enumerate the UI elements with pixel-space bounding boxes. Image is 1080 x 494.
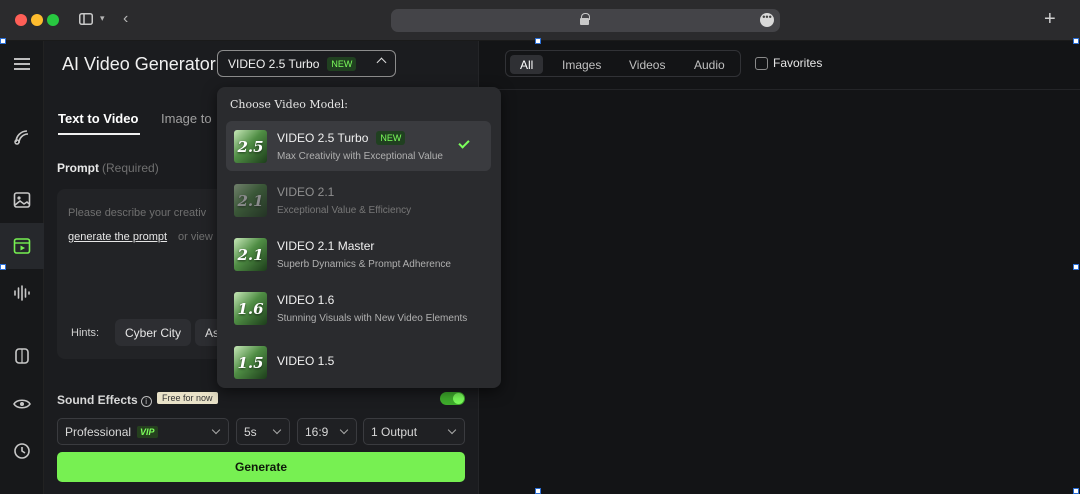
more-options-icon[interactable]: ••• bbox=[760, 13, 774, 27]
model-option[interactable]: 2.1 VIDEO 2.1 Exceptional Value & Effici… bbox=[226, 175, 491, 225]
minimize-window-button[interactable] bbox=[31, 14, 43, 26]
model-name-text: VIDEO 2.5 Turbo bbox=[277, 131, 369, 145]
browser-chrome: ▾ ‹ ••• + bbox=[0, 0, 1080, 41]
back-arrow-icon[interactable]: ‹ bbox=[123, 10, 128, 28]
close-window-button[interactable] bbox=[15, 14, 27, 26]
ratio-value: 16:9 bbox=[305, 424, 329, 439]
model-option[interactable]: 2.1 VIDEO 2.1 Master Superb Dynamics & P… bbox=[226, 229, 491, 279]
page-title: AI Video Generator bbox=[62, 54, 216, 74]
new-badge: NEW bbox=[327, 56, 357, 71]
sidebar-video-icon[interactable] bbox=[0, 223, 44, 269]
vip-badge: VIP bbox=[137, 425, 158, 438]
prompt-required: (Required) bbox=[102, 161, 159, 175]
model-select[interactable]: VIDEO 2.5 Turbo NEW bbox=[217, 50, 396, 77]
sidebar-history-icon[interactable] bbox=[0, 428, 44, 474]
filter-all[interactable]: All bbox=[510, 55, 544, 74]
sidebar-image-icon[interactable] bbox=[0, 177, 44, 223]
model-description: Superb Dynamics & Prompt Adherence bbox=[277, 259, 451, 270]
new-tab-plus-icon[interactable]: + bbox=[1044, 8, 1056, 31]
model-option[interactable]: 2.5 VIDEO 2.5 Turbo NEW Max Creativity wi… bbox=[226, 121, 491, 171]
lock-icon bbox=[580, 13, 590, 25]
sound-effects-toggle[interactable] bbox=[440, 392, 465, 405]
selection-handle[interactable] bbox=[1073, 38, 1079, 44]
ratio-select[interactable]: 16:9 bbox=[297, 418, 357, 445]
chevron-up-icon bbox=[376, 57, 387, 68]
prompt-label-text: Prompt bbox=[57, 161, 99, 175]
model-description: Exceptional Value & Efficiency bbox=[277, 205, 412, 216]
maximize-window-button[interactable] bbox=[47, 14, 59, 26]
active-tab-indicator bbox=[58, 133, 140, 135]
media-filter-group: All Images Videos Audio bbox=[505, 50, 741, 77]
selection-handle[interactable] bbox=[1073, 264, 1079, 270]
hints-label: Hints: bbox=[71, 327, 100, 339]
chevron-down-icon bbox=[272, 425, 282, 435]
model-dropdown: Choose Video Model: 2.5 VIDEO 2.5 Turbo N… bbox=[217, 87, 501, 388]
prompt-placeholder: Please describe your creativ bbox=[68, 207, 207, 219]
tab-image-to-video[interactable]: Image to bbox=[161, 111, 212, 126]
sidebar-eye-icon[interactable] bbox=[0, 381, 44, 427]
checkmark-icon bbox=[458, 137, 470, 149]
favorites-label[interactable]: Favorites bbox=[773, 56, 822, 70]
model-name: VIDEO 2.5 Turbo NEW bbox=[277, 131, 406, 145]
or-view-text: or view bbox=[178, 231, 213, 243]
model-select-value: VIDEO 2.5 Turbo bbox=[228, 56, 320, 71]
free-badge: Free for now bbox=[157, 392, 218, 404]
model-name: VIDEO 2.1 Master bbox=[277, 239, 375, 253]
model-name: VIDEO 2.1 bbox=[277, 185, 335, 199]
selection-handle[interactable] bbox=[535, 488, 541, 494]
model-thumbnail: 1.5 bbox=[234, 346, 267, 379]
filter-audio[interactable]: Audio bbox=[694, 55, 725, 74]
selection-handle[interactable] bbox=[0, 38, 6, 44]
duration-select[interactable]: 5s bbox=[236, 418, 290, 445]
model-thumbnail: 2.1 bbox=[234, 184, 267, 217]
model-option[interactable]: 1.6 VIDEO 1.6 Stunning Visuals with New … bbox=[226, 283, 491, 333]
quality-value: Professional bbox=[65, 424, 132, 439]
media-panel: All Images Videos Audio Favorites bbox=[478, 41, 1080, 494]
selection-handle[interactable] bbox=[1073, 488, 1079, 494]
model-option[interactable]: 1.5 VIDEO 1.5 bbox=[226, 337, 491, 387]
chevron-down-icon bbox=[339, 425, 349, 435]
sidebar-cube-icon[interactable] bbox=[0, 333, 44, 379]
chevron-down-icon bbox=[211, 425, 221, 435]
sound-effects-label: Sound Effects i bbox=[57, 393, 152, 407]
generate-prompt-link[interactable]: generate the prompt bbox=[68, 231, 167, 243]
duration-value: 5s bbox=[244, 424, 257, 439]
model-name: VIDEO 1.5 bbox=[277, 354, 335, 368]
address-bar[interactable]: ••• bbox=[391, 9, 780, 32]
sidebar-toggle-icon[interactable] bbox=[79, 12, 93, 28]
model-description: Stunning Visuals with New Video Elements bbox=[277, 313, 468, 324]
outputs-value: 1 Output bbox=[371, 424, 418, 439]
sound-effects-text: Sound Effects bbox=[57, 393, 138, 407]
chevron-down-icon[interactable]: ▾ bbox=[100, 13, 105, 24]
sidebar bbox=[0, 41, 44, 494]
outputs-select[interactable]: 1 Output bbox=[363, 418, 465, 445]
favorites-checkbox[interactable] bbox=[755, 57, 768, 70]
model-thumbnail: 2.1 bbox=[234, 238, 267, 271]
dropdown-header: Choose Video Model: bbox=[230, 98, 348, 111]
chevron-down-icon bbox=[447, 425, 457, 435]
selection-handle[interactable] bbox=[0, 264, 6, 270]
prompt-label: Prompt (Required) bbox=[57, 161, 159, 175]
filter-videos[interactable]: Videos bbox=[629, 55, 665, 74]
model-description: Max Creativity with Exceptional Value bbox=[277, 151, 443, 162]
selection-handle[interactable] bbox=[535, 38, 541, 44]
info-icon[interactable]: i bbox=[140, 396, 152, 407]
quality-select[interactable]: Professional VIP bbox=[57, 418, 229, 445]
model-thumbnail: 2.5 bbox=[234, 130, 267, 163]
hint-chip[interactable]: Cyber City bbox=[115, 319, 192, 346]
model-name: VIDEO 1.6 bbox=[277, 293, 335, 307]
model-thumbnail: 1.6 bbox=[234, 292, 267, 325]
menu-hamburger-icon[interactable] bbox=[0, 41, 44, 87]
new-badge: NEW bbox=[376, 131, 406, 145]
filter-images[interactable]: Images bbox=[562, 55, 601, 74]
media-filter-bar: All Images Videos Audio Favorites bbox=[479, 41, 1080, 90]
tab-text-to-video[interactable]: Text to Video bbox=[58, 111, 138, 126]
generate-button[interactable]: Generate bbox=[57, 452, 465, 482]
sidebar-audio-icon[interactable] bbox=[0, 270, 44, 316]
sidebar-brush-icon[interactable] bbox=[0, 114, 44, 160]
